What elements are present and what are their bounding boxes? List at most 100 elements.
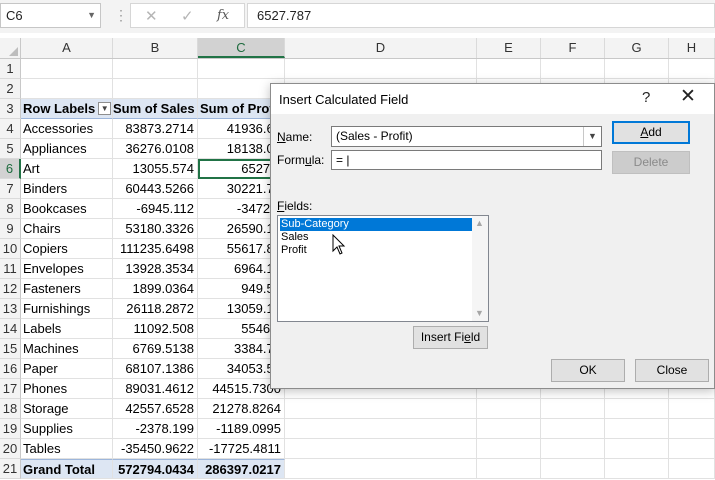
help-icon[interactable]: ? [642,89,650,106]
column-header-b[interactable]: B [113,38,198,58]
add-button[interactable]: Add [612,121,690,144]
table-cell-sales[interactable]: 13055.574 [113,159,198,179]
cell[interactable] [541,399,605,419]
formula-input[interactable]: 6527.787 [247,3,715,28]
cell[interactable] [477,399,541,419]
table-cell-sales[interactable]: -35450.9622 [113,439,198,459]
table-cell-label[interactable]: Copiers [21,239,113,259]
table-cell-sales[interactable]: 1899.0364 [113,279,198,299]
list-scrollbar[interactable]: ▲ ▼ [472,216,488,321]
row-header-13[interactable]: 13 [0,299,21,319]
table-cell-profit[interactable]: -1189.0995 [198,419,285,439]
list-item[interactable]: Sales [280,231,472,244]
row-header-7[interactable]: 7 [0,179,21,199]
cell[interactable] [477,419,541,439]
table-cell-label[interactable]: Chairs [21,219,113,239]
row-header-12[interactable]: 12 [0,279,21,299]
table-cell-label[interactable]: Furnishings [21,299,113,319]
row-header-9[interactable]: 9 [0,219,21,239]
cell[interactable] [605,459,669,479]
table-cell-label[interactable]: Envelopes [21,259,113,279]
row-header-4[interactable]: 4 [0,119,21,139]
close-icon[interactable]: ✕ [680,87,696,107]
row-header-15[interactable]: 15 [0,339,21,359]
insert-function-icon[interactable]: fx [217,8,229,23]
cell[interactable] [669,459,715,479]
row-header-18[interactable]: 18 [0,399,21,419]
column-header-e[interactable]: E [477,38,541,58]
formula-field[interactable]: = | [331,150,602,170]
table-cell-sales[interactable]: 11092.508 [113,319,198,339]
filter-dropdown-icon[interactable]: ▼ [98,102,112,116]
row-header-21[interactable]: 21 [0,459,21,479]
table-cell-label[interactable]: Fasteners [21,279,113,299]
cell[interactable] [605,399,669,419]
cell[interactable] [113,79,198,99]
table-cell-label[interactable]: Labels [21,319,113,339]
cell[interactable] [477,439,541,459]
column-header-d[interactable]: D [285,38,477,58]
cell[interactable] [477,59,541,79]
cell[interactable] [669,59,715,79]
table-cell-label[interactable]: Machines [21,339,113,359]
row-header-14[interactable]: 14 [0,319,21,339]
table-cell-sales[interactable]: 89031.4612 [113,379,198,399]
column-header-h[interactable]: H [669,38,715,58]
table-cell-sales[interactable]: -6945.112 [113,199,198,219]
row-header-11[interactable]: 11 [0,259,21,279]
grand-total-profit[interactable]: 286397.0217 [198,459,285,479]
cancel-icon[interactable]: ✕ [145,7,158,25]
column-header-g[interactable]: G [605,38,669,58]
cell[interactable] [541,459,605,479]
drag-handle-icon[interactable]: ⋮ [114,7,128,23]
pivot-row-labels-header[interactable]: Row Labels ▼ [21,99,113,119]
column-header-f[interactable]: F [541,38,605,58]
table-cell-sales[interactable]: 13928.3534 [113,259,198,279]
cell[interactable] [113,59,198,79]
row-header-3[interactable]: 3 [0,99,21,119]
list-item[interactable]: Sub-Category [280,218,472,231]
cell[interactable] [198,59,285,79]
cell[interactable] [605,419,669,439]
cell[interactable] [21,79,113,99]
table-cell-label[interactable]: Appliances [21,139,113,159]
close-button[interactable]: Close [635,359,709,382]
table-cell-label[interactable]: Storage [21,399,113,419]
table-cell-sales[interactable]: 42557.6528 [113,399,198,419]
cell[interactable] [669,439,715,459]
table-cell-label[interactable]: Bookcases [21,199,113,219]
table-cell-sales[interactable]: 83873.2714 [113,119,198,139]
row-header-8[interactable]: 8 [0,199,21,219]
cell[interactable] [285,439,477,459]
table-cell-sales[interactable]: 111235.6498 [113,239,198,259]
cell[interactable] [285,459,477,479]
table-cell-sales[interactable]: 6769.5138 [113,339,198,359]
row-header-17[interactable]: 17 [0,379,21,399]
scroll-down-icon[interactable]: ▼ [475,308,484,318]
cell[interactable] [605,59,669,79]
insert-field-button[interactable]: Insert Field [413,326,488,349]
table-cell-label[interactable]: Art [21,159,113,179]
table-cell-label[interactable]: Paper [21,359,113,379]
cell[interactable] [541,419,605,439]
cell[interactable] [541,59,605,79]
table-cell-label[interactable]: Supplies [21,419,113,439]
table-cell-profit[interactable]: -17725.4811 [198,439,285,459]
table-cell-sales[interactable]: 36276.0108 [113,139,198,159]
chevron-down-icon[interactable]: ▼ [87,4,96,27]
cell[interactable] [285,59,477,79]
cell[interactable] [285,399,477,419]
ok-button[interactable]: OK [551,359,625,382]
pivot-sum-sales-header[interactable]: Sum of Sales [113,99,198,119]
row-header-10[interactable]: 10 [0,239,21,259]
cell[interactable] [21,59,113,79]
column-header-c[interactable]: C [198,38,285,58]
scroll-up-icon[interactable]: ▲ [475,218,484,228]
chevron-down-icon[interactable]: ▼ [583,127,601,146]
cell[interactable] [541,439,605,459]
row-header-20[interactable]: 20 [0,439,21,459]
cell[interactable] [477,459,541,479]
table-cell-label[interactable]: Phones [21,379,113,399]
table-cell-sales[interactable]: 53180.3326 [113,219,198,239]
table-cell-profit[interactable]: 21278.8264 [198,399,285,419]
